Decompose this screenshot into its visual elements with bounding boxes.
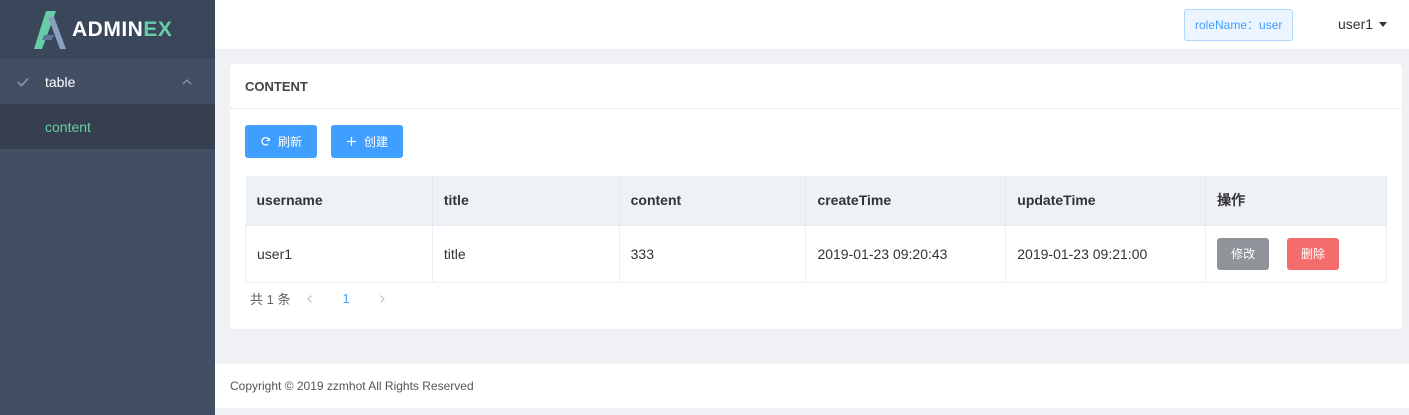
- column-header-updatetime[interactable]: updateTime: [1005, 176, 1207, 226]
- table-row: user1 title 333 2019-01-23 09:20:43 2019…: [245, 225, 1387, 283]
- create-button[interactable]: 创建: [331, 125, 404, 158]
- cell-title: title: [432, 225, 620, 283]
- chevron-left-icon[interactable]: [305, 294, 315, 304]
- delete-button[interactable]: 删除: [1287, 237, 1340, 270]
- sidebar-group-label: table: [45, 73, 76, 90]
- brand-logo[interactable]: ADMINEX: [0, 0, 215, 59]
- chevron-up-icon: [182, 78, 192, 84]
- sidebar-group-table[interactable]: table: [0, 59, 215, 104]
- pagination: 共 1 条 1: [250, 289, 402, 308]
- copyright-text: Copyright © 2019 zzmhot All Rights Reser…: [230, 379, 474, 393]
- cell-createtime: 2019-01-23 09:20:43: [805, 225, 1007, 283]
- card-title: CONTENT: [230, 64, 1402, 109]
- cell-username: user1: [245, 225, 433, 283]
- column-header-content[interactable]: content: [619, 176, 807, 226]
- refresh-button[interactable]: 刷新: [245, 125, 318, 158]
- cell-actions: 修改 删除: [1205, 225, 1387, 283]
- column-header-createtime[interactable]: createTime: [805, 176, 1007, 226]
- edit-button[interactable]: 修改: [1217, 237, 1270, 270]
- toolbar: 刷新 创建: [245, 125, 404, 158]
- caret-down-icon: [1379, 21, 1388, 27]
- content-table: username title content createTime update…: [245, 176, 1387, 283]
- sidebar-item-label: content: [45, 118, 91, 135]
- chevron-right-icon[interactable]: [377, 294, 387, 304]
- pagination-total: 共 1 条: [250, 292, 291, 307]
- content-card: CONTENT 刷新 创建 username title content cre…: [230, 64, 1402, 329]
- create-label: 创建: [364, 135, 389, 149]
- sidebar-item-content[interactable]: content: [0, 104, 215, 149]
- cell-updatetime: 2019-01-23 09:21:00: [1005, 225, 1207, 283]
- check-icon: [17, 77, 29, 87]
- pagination-page-1[interactable]: 1: [342, 291, 349, 306]
- refresh-icon: [261, 137, 270, 146]
- plus-icon: [346, 136, 357, 147]
- column-header-actions: 操作: [1205, 176, 1387, 226]
- column-header-title[interactable]: title: [432, 176, 620, 226]
- refresh-label: 刷新: [278, 135, 303, 149]
- adminex-logo-icon: [34, 10, 66, 49]
- user-name: user1: [1338, 16, 1374, 32]
- column-header-username[interactable]: username: [245, 176, 433, 226]
- user-dropdown[interactable]: user1: [1338, 16, 1388, 32]
- role-badge: roleName：user: [1184, 9, 1294, 41]
- sidebar: ADMINEX table content: [0, 0, 215, 415]
- table-header-row: username title content createTime update…: [245, 176, 1387, 226]
- cell-content: 333: [619, 225, 807, 283]
- brand-name: ADMINEX: [72, 17, 173, 41]
- top-header: roleName：user user1: [215, 0, 1409, 49]
- footer: Copyright © 2019 zzmhot All Rights Reser…: [215, 364, 1409, 408]
